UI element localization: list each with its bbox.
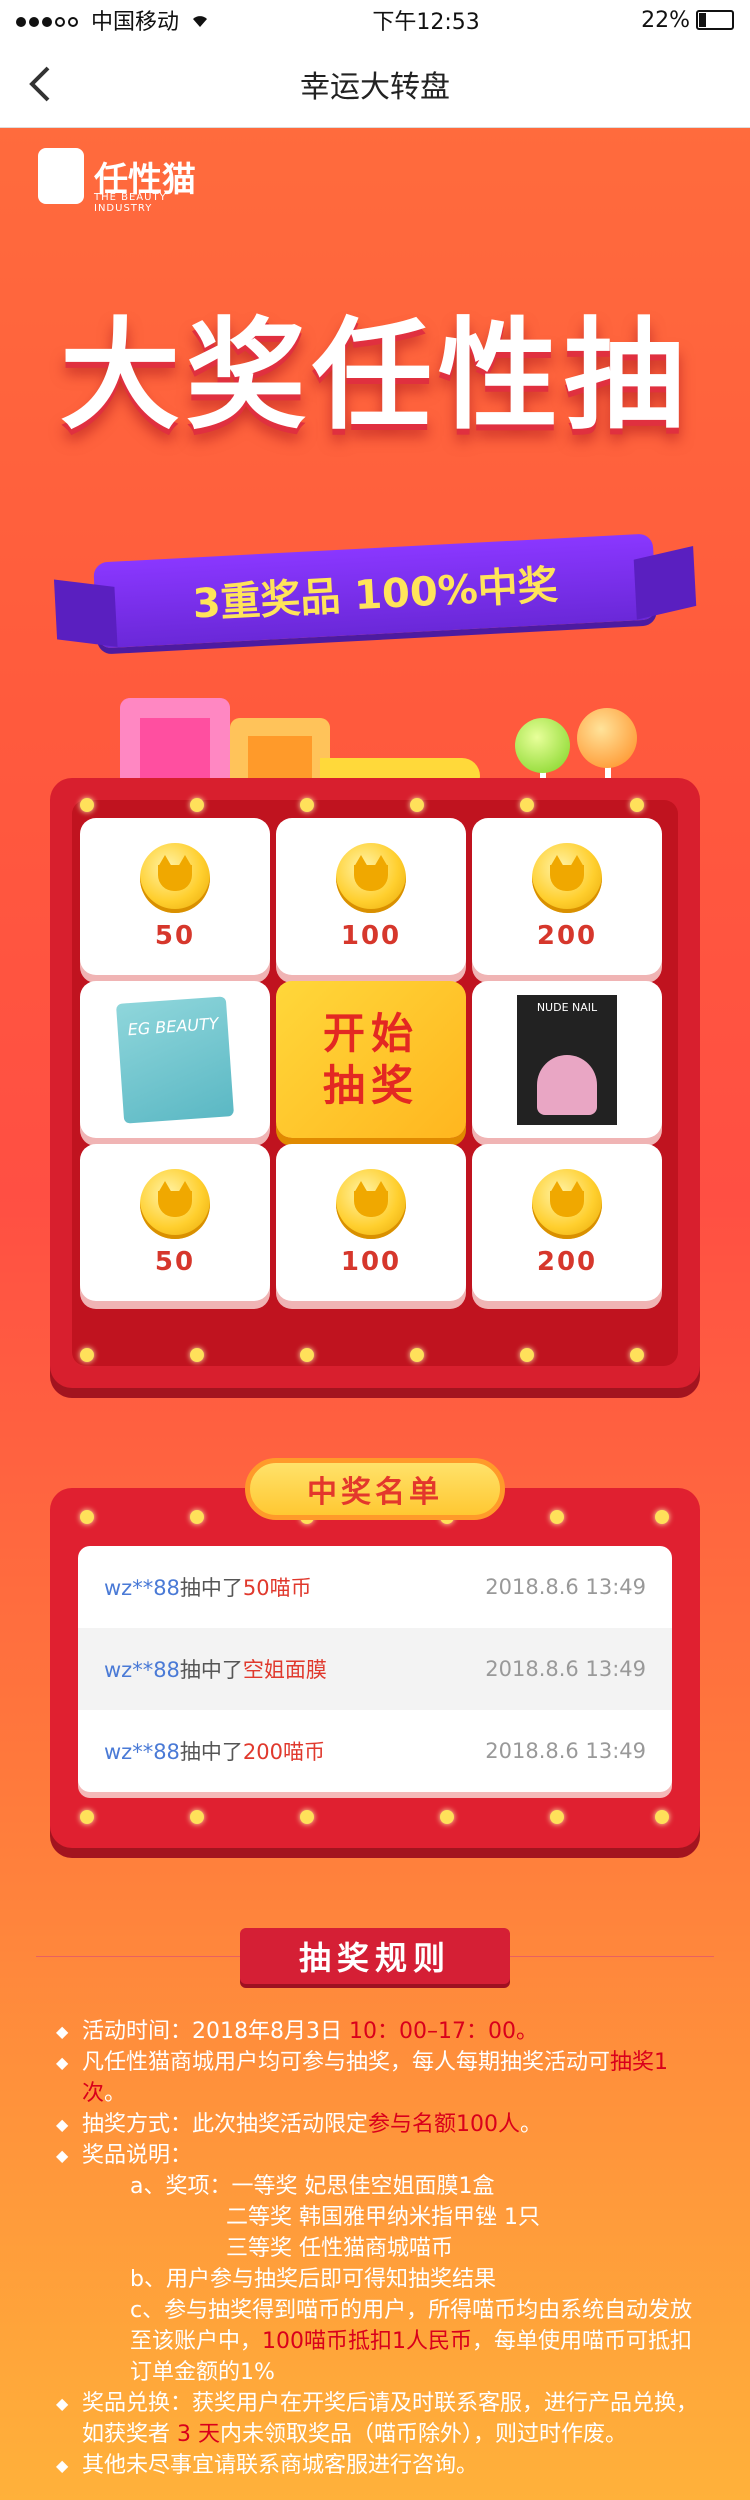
start-lottery-button[interactable]: 开始 抽奖 bbox=[276, 981, 466, 1138]
bulb bbox=[410, 1348, 424, 1362]
prize-cell-coin-200[interactable]: 200 bbox=[472, 818, 662, 975]
rules-header: 抽奖规则 bbox=[0, 1928, 750, 1984]
rule-eligibility: 凡任性猫商城用户均可参与抽奖，每人每期抽奖活动可抽奖1次。 bbox=[56, 2047, 706, 2109]
face-mask-image: EG BEAUTY bbox=[115, 995, 235, 1124]
bulb bbox=[655, 1810, 669, 1824]
rules-list: 活动时间：2018年8月3日 10：00–17：00。 凡任性猫商城用户均可参与… bbox=[56, 2016, 706, 2481]
bulb bbox=[520, 1348, 534, 1362]
bulb bbox=[190, 1510, 204, 1524]
rule-prize-a: a、奖项：一等奖 妃思佳空姐面膜1盒 bbox=[130, 2174, 495, 2199]
coin-icon bbox=[336, 842, 406, 913]
status-time: 下午12:53 bbox=[372, 10, 480, 35]
bulb bbox=[550, 1810, 564, 1824]
lottery-machine: 50 100 200 EG BEAUTY 开始 抽奖 NUDE NAIL 50 … bbox=[50, 778, 700, 1388]
rule-prize-second: 二等奖 韩国雅甲纳米指甲锉 1只 bbox=[226, 2205, 540, 2230]
rule-prize-b: b、用户参与抽奖后即可得知抽奖结果 bbox=[130, 2267, 496, 2292]
battery-icon bbox=[695, 10, 734, 30]
coin-icon bbox=[336, 1168, 406, 1239]
coin-icon bbox=[532, 842, 602, 913]
bulb bbox=[410, 798, 424, 812]
prize-grid: 50 100 200 EG BEAUTY 开始 抽奖 NUDE NAIL 50 … bbox=[80, 818, 670, 1308]
bulb bbox=[190, 798, 204, 812]
prize-cell-coin-100[interactable]: 100 bbox=[276, 1144, 466, 1301]
bulb bbox=[655, 1510, 669, 1524]
list-item: wz**88抽中了空姐面膜 2018.8.6 13:49 bbox=[78, 1628, 672, 1710]
lottery-page: 任性猫 THE BEAUTY INDUSTRY 大奖任性抽 3重奖品 100%中… bbox=[0, 128, 750, 2500]
brand-logo: 任性猫 THE BEAUTY INDUSTRY bbox=[38, 148, 196, 214]
coin-icon bbox=[140, 1168, 210, 1239]
coin-icon bbox=[532, 1168, 602, 1239]
bulb bbox=[550, 1510, 564, 1524]
prize-cell-face-mask[interactable]: EG BEAUTY bbox=[80, 981, 270, 1138]
bulb bbox=[190, 1810, 204, 1824]
carrier-label: 中国移动 bbox=[91, 10, 180, 35]
bulb bbox=[630, 1348, 644, 1362]
coin-icon bbox=[140, 842, 210, 913]
nail-file-image: NUDE NAIL bbox=[517, 994, 617, 1125]
prize-cell-nail-file[interactable]: NUDE NAIL bbox=[472, 981, 662, 1138]
battery-level: 22% bbox=[641, 8, 734, 33]
winners-title-badge: 中奖名单 bbox=[245, 1458, 505, 1520]
bulb bbox=[190, 1348, 204, 1362]
page-title: 幸运大转盘 bbox=[300, 69, 450, 105]
rule-other: 其他未尽事宜请联系商城客服进行咨询。 bbox=[56, 2450, 706, 2481]
prize-cell-coin-100[interactable]: 100 bbox=[276, 818, 466, 975]
hero-title: 大奖任性抽 bbox=[60, 307, 690, 446]
bulb bbox=[80, 1510, 94, 1524]
winners-list: wz**88抽中了50喵币 2018.8.6 13:49 wz**88抽中了空姐… bbox=[78, 1546, 672, 1792]
prize-cell-coin-50[interactable]: 50 bbox=[80, 818, 270, 975]
prize-cell-coin-50[interactable]: 50 bbox=[80, 1144, 270, 1301]
lollipop-green-icon bbox=[515, 718, 570, 773]
rule-time: 活动时间：2018年8月3日 10：00–17：00。 bbox=[56, 2016, 706, 2047]
back-arrow-icon[interactable] bbox=[26, 64, 54, 104]
rule-prize-desc: 奖品说明： bbox=[56, 2140, 706, 2171]
prize-cell-coin-200[interactable]: 200 bbox=[472, 1144, 662, 1301]
rule-prize-third: 三等奖 任性猫商城喵币 bbox=[226, 2236, 453, 2261]
bulb bbox=[300, 798, 314, 812]
bulb bbox=[80, 1810, 94, 1824]
lollipop-orange-icon bbox=[577, 708, 637, 768]
signal-icon bbox=[16, 8, 81, 33]
list-item: wz**88抽中了50喵币 2018.8.6 13:49 bbox=[104, 1575, 646, 1600]
rules-title: 抽奖规则 bbox=[240, 1928, 510, 1984]
list-item: wz**88抽中了200喵币 2018.8.6 13:49 bbox=[104, 1739, 646, 1764]
status-bar: 中国移动 下午12:53 22% bbox=[0, 0, 750, 40]
winners-board: wz**88抽中了50喵币 2018.8.6 13:49 wz**88抽中了空姐… bbox=[50, 1488, 700, 1848]
wifi-icon bbox=[193, 16, 208, 27]
rule-method: 抽奖方式：此次抽奖活动限定参与名额100人。 bbox=[56, 2109, 706, 2140]
bulb bbox=[300, 1348, 314, 1362]
bulb bbox=[300, 1810, 314, 1824]
bulb bbox=[630, 798, 644, 812]
bulb bbox=[80, 798, 94, 812]
bulb bbox=[520, 798, 534, 812]
hero-ribbon: 3重奖品 100%中奖 bbox=[93, 533, 657, 649]
rule-prize-c: c、参与抽奖得到喵币的用户，所得喵币均由系统自动发放至该账户中，100喵币抵扣1… bbox=[130, 2298, 693, 2385]
bulb bbox=[80, 1348, 94, 1362]
cat-logo-icon bbox=[38, 148, 84, 204]
rule-redeem: 奖品兑换：获奖用户在开奖后请及时联系客服，进行产品兑换，如获奖者 3 天内未领取… bbox=[56, 2388, 706, 2450]
bulb bbox=[440, 1810, 454, 1824]
nav-bar: 幸运大转盘 bbox=[0, 40, 750, 128]
